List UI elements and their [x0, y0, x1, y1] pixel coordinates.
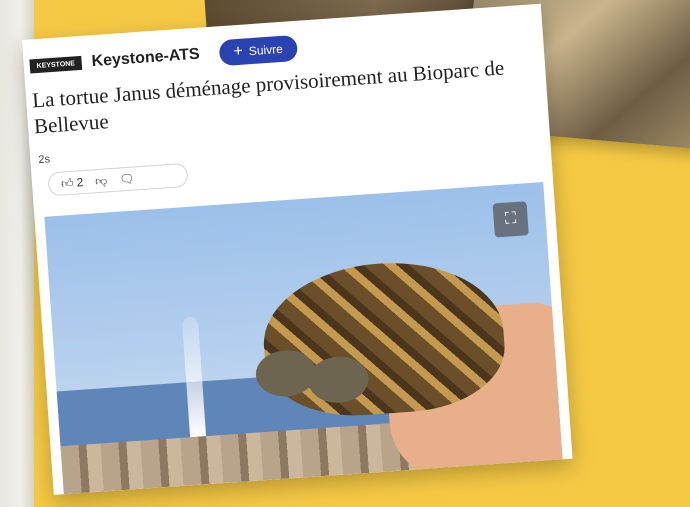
- thumbs-up-icon: 👍︎: [60, 175, 75, 191]
- post-time: 2s: [38, 153, 51, 167]
- comment-icon: 🗨︎: [118, 171, 136, 187]
- publisher-name[interactable]: Keystone-ATS: [91, 46, 200, 72]
- follow-button[interactable]: + Suivre: [218, 34, 298, 67]
- fullscreen-icon[interactable]: ⛶: [492, 201, 529, 238]
- reaction-bar: 👍︎ 2 👎︎ 🗨︎: [47, 162, 189, 197]
- thumbs-down-icon: 👎︎: [94, 172, 108, 188]
- like-count: 2: [76, 175, 84, 190]
- news-card: KEYSTONE Keystone-ATS + Suivre La tortue…: [22, 3, 573, 495]
- follow-label: Suivre: [248, 41, 284, 59]
- article-photo[interactable]: ⛶: [44, 181, 563, 495]
- dislike-button[interactable]: 👎︎: [95, 173, 108, 189]
- plus-icon: +: [232, 42, 244, 61]
- like-button[interactable]: 👍︎ 2: [61, 175, 84, 192]
- comment-button[interactable]: 🗨︎: [119, 172, 135, 187]
- publisher-logo[interactable]: KEYSTONE: [29, 55, 83, 74]
